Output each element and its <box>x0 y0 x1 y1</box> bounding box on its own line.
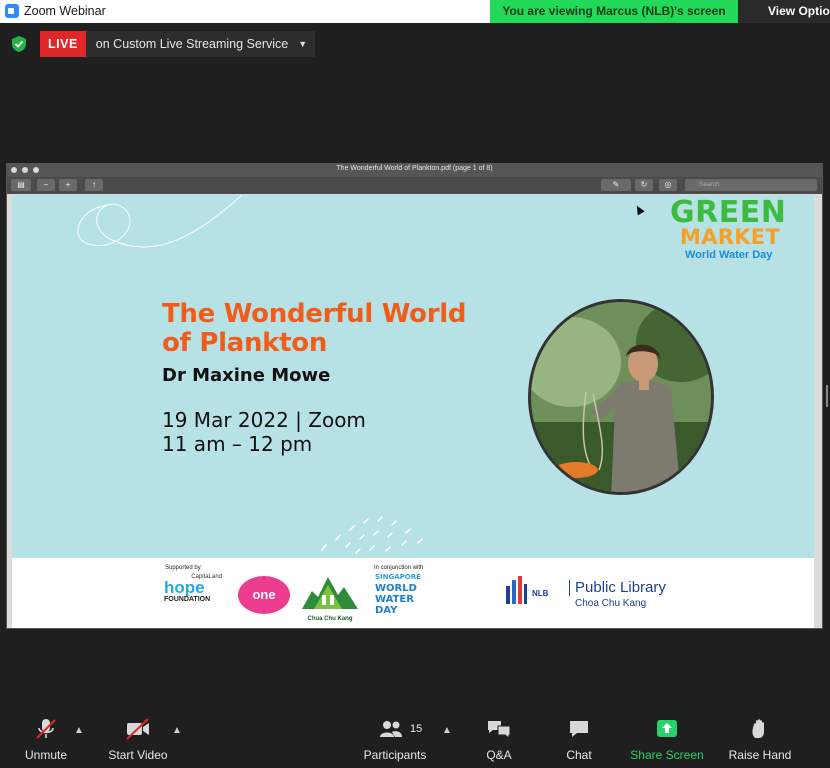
slide-title-line1: The Wonderful World <box>162 299 467 329</box>
qa-label: Q&A <box>486 748 512 762</box>
shared-pdf-window: The Wonderful World of Plankton.pdf (pag… <box>6 163 823 629</box>
meeting-toolbar: Unmute ▲ Start Video ▲ Participants 15 ▲ <box>0 700 830 768</box>
hope-text: hope <box>164 578 205 597</box>
qa-icon <box>488 721 511 739</box>
pdf-search-field: Search <box>685 179 817 191</box>
singapore-world-water-day-logo: SINGAPORE WORLD WATER DAY <box>375 572 433 620</box>
annotate-icon: ◎ <box>659 179 677 191</box>
start-video-label: Start Video <box>108 748 168 762</box>
lot-one-logo: one <box>238 576 290 614</box>
raise-hand-button[interactable]: Raise Hand <box>728 718 792 762</box>
zoom-in-icon: + <box>59 179 77 191</box>
slide-title: The Wonderful World of Plankton <box>162 300 522 358</box>
speaker-photo <box>528 299 714 495</box>
start-video-button[interactable]: Start Video <box>106 718 170 762</box>
qa-button[interactable]: Q&A <box>478 718 520 762</box>
slide-canvas: GREEN MARKET World Water Day The Wonderf… <box>12 195 814 558</box>
zoom-out-icon: − <box>37 179 55 191</box>
sww-singapore: SINGAPORE <box>375 573 421 581</box>
markup-pen-icon: ✎ <box>601 179 631 191</box>
pdf-titlebar: The Wonderful World of Plankton.pdf (pag… <box>7 164 822 177</box>
decorative-squiggle <box>77 195 243 248</box>
share-screen-icon <box>657 720 677 737</box>
speaker-name: Dr Maxine Mowe <box>162 365 331 386</box>
zoom-webinar-window: Zoom Webinar You are viewing Marcus (NLB… <box>0 0 830 768</box>
chua-chu-kang-text: Chua Chu Kang <box>307 616 353 622</box>
video-options-caret-icon[interactable]: ▲ <box>172 725 182 736</box>
live-badge: LIVE <box>40 31 86 57</box>
participants-label: Participants <box>363 748 427 762</box>
raise-hand-icon <box>752 719 764 738</box>
live-service-label: on Custom Live Streaming Service <box>95 37 289 51</box>
participants-icon <box>380 721 402 737</box>
chua-chu-kang-town-council-logo: Chua Chu Kang <box>300 571 360 622</box>
nlb-text: NLB <box>532 589 549 598</box>
library-branch-text: Choa Chu Kang <box>575 598 647 609</box>
sww-day: DAY <box>375 605 398 616</box>
window-resize-handle[interactable] <box>826 385 828 407</box>
sidebar-toggle-icon: ▤ <box>11 179 31 191</box>
event-time: 11 am – 12 pm <box>162 432 313 456</box>
rotate-icon: ↻ <box>635 179 653 191</box>
slide-title-line2: of Plankton <box>162 328 328 358</box>
microphone-muted-icon <box>36 719 56 739</box>
public-library-text: Public Library <box>569 580 666 596</box>
event-date: 19 Mar 2022 | Zoom <box>162 408 366 432</box>
supported-by-label: Supported by <box>165 565 201 571</box>
dropdown-caret-icon: ▼ <box>298 39 308 49</box>
video-camera-off-icon <box>126 718 149 740</box>
share-icon: ↑ <box>85 179 103 191</box>
participants-options-caret-icon[interactable]: ▲ <box>442 725 452 736</box>
capitaland-hope-logo: CapitaLand hope FOUNDATION <box>164 574 226 614</box>
decorative-dashes <box>321 516 423 554</box>
world-water-day-label: World Water Day <box>685 249 773 261</box>
window-title: Zoom Webinar <box>24 4 106 18</box>
chat-label: Chat <box>566 748 592 762</box>
encryption-shield-icon[interactable] <box>10 35 28 53</box>
share-screen-button[interactable]: Share Screen <box>630 718 704 762</box>
sww-water: WATER <box>375 594 414 605</box>
green-market-logo-market: MARKET <box>680 225 781 249</box>
participant-count: 15 <box>410 723 423 735</box>
pdf-toolbar: ▤ − + ↑ ✎ ↻ ◎ Search <box>7 177 822 194</box>
live-streaming-indicator[interactable]: LIVE on Custom Live Streaming Service ▼ <box>40 31 316 57</box>
viewing-screen-banner: You are viewing Marcus (NLB)'s screen <box>490 0 738 23</box>
live-service-dropdown[interactable]: on Custom Live Streaming Service ▼ <box>85 31 316 57</box>
chat-button[interactable]: Chat <box>559 718 599 762</box>
sww-world: WORLD <box>375 583 417 594</box>
nlb-logo-mark <box>506 576 527 604</box>
raise-hand-label: Raise Hand <box>728 748 792 762</box>
audio-options-caret-icon[interactable]: ▲ <box>74 725 84 736</box>
view-options-button[interactable]: View Options <box>738 0 830 23</box>
share-screen-label: Share Screen <box>630 748 704 762</box>
in-conjunction-label: In conjunction with <box>374 565 424 571</box>
zoom-app-icon <box>5 4 19 18</box>
chat-icon <box>570 721 588 737</box>
pdf-document-title: The Wonderful World of Plankton.pdf (pag… <box>336 165 493 172</box>
slide-footer: Supported by CapitaLand hope FOUNDATION … <box>12 558 814 628</box>
unmute-label: Unmute <box>24 748 68 762</box>
unmute-button[interactable]: Unmute <box>22 718 70 762</box>
foundation-text: FOUNDATION <box>164 596 211 603</box>
